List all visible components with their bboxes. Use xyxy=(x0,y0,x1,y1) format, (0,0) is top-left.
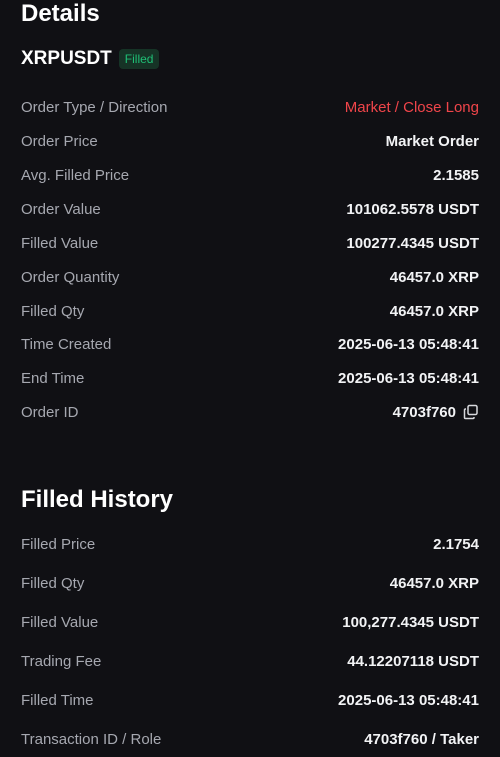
row-value: 2025-06-13 05:48:41 xyxy=(338,335,479,353)
row-label: Order Type / Direction xyxy=(21,98,168,116)
order-id-value: 4703f760 xyxy=(393,404,479,421)
row-value: 2.1585 xyxy=(433,166,479,184)
row-history-filled-time: Filled Time 2025-06-13 05:48:41 xyxy=(21,690,479,710)
row-label: Trading Fee xyxy=(21,652,102,670)
order-id-text: 4703f760 xyxy=(392,403,456,421)
row-label: Filled Time xyxy=(21,691,94,709)
row-value: 46457.0 XRP xyxy=(389,574,479,592)
row-value: Market Order xyxy=(385,132,479,150)
row-filled-qty: Filled Qty 46457.0 XRP xyxy=(21,301,479,321)
row-label: Filled Qty xyxy=(21,574,85,592)
row-label: Time Created xyxy=(21,335,112,353)
row-value: 44.12207118 USDT xyxy=(347,652,479,670)
row-value: 46457.0 XRP xyxy=(389,268,479,286)
copy-icon[interactable] xyxy=(463,404,479,420)
row-label: Filled Price xyxy=(21,535,96,553)
row-history-filled-price: Filled Price 2.1754 xyxy=(21,534,479,554)
row-label: Order Price xyxy=(21,132,98,150)
row-label: Order Quantity xyxy=(21,268,120,286)
row-label: Order Value xyxy=(21,200,101,218)
symbol-label: XRPUSDT xyxy=(21,48,112,69)
row-label: Filled Value xyxy=(21,234,99,252)
row-value: 2.1754 xyxy=(433,535,479,553)
row-history-filled-qty: Filled Qty 46457.0 XRP xyxy=(21,573,479,593)
row-label: Filled Value xyxy=(21,613,99,631)
row-order-id: Order ID 4703f760 xyxy=(21,402,479,422)
row-value: 2025-06-13 05:48:41 xyxy=(338,691,479,709)
row-value: 100,277.4345 USDT xyxy=(342,613,479,631)
row-label: Avg. Filled Price xyxy=(21,166,130,184)
row-value: 101062.5578 USDT xyxy=(346,200,479,218)
row-label: Filled Qty xyxy=(21,302,85,320)
row-history-filled-value: Filled Value 100,277.4345 USDT xyxy=(21,612,479,632)
row-avg-filled-price: Avg. Filled Price 2.1585 xyxy=(21,165,479,185)
row-label: End Time xyxy=(21,369,85,387)
details-title: Details xyxy=(21,0,100,27)
row-filled-value: Filled Value 100277.4345 USDT xyxy=(21,233,479,253)
row-value: 4703f760 / Taker xyxy=(364,730,479,748)
row-order-quantity: Order Quantity 46457.0 XRP xyxy=(21,267,479,287)
row-time-created: Time Created 2025-06-13 05:48:41 xyxy=(21,334,479,354)
row-value: 100277.4345 USDT xyxy=(346,234,479,252)
row-end-time: End Time 2025-06-13 05:48:41 xyxy=(21,368,479,388)
row-label: Transaction ID / Role xyxy=(21,730,162,748)
row-history-trading-fee: Trading Fee 44.12207118 USDT xyxy=(21,651,479,671)
row-label: Order ID xyxy=(21,403,79,421)
row-value: 2025-06-13 05:48:41 xyxy=(338,369,479,387)
status-badge: Filled xyxy=(118,49,160,69)
row-order-value: Order Value 101062.5578 USDT xyxy=(21,199,479,219)
row-value: 46457.0 XRP xyxy=(389,302,479,320)
symbol-row: XRPUSDT Filled xyxy=(21,48,160,70)
row-order-type: Order Type / Direction Market / Close Lo… xyxy=(21,97,479,117)
row-order-price: Order Price Market Order xyxy=(21,131,479,151)
order-direction-value: Market / Close Long xyxy=(344,98,479,116)
filled-history-title: Filled History xyxy=(21,486,174,513)
row-history-transaction-id: Transaction ID / Role 4703f760 / Taker xyxy=(21,729,479,749)
order-details-page: Details XRPUSDT Filled Order Type / Dire… xyxy=(0,0,500,757)
